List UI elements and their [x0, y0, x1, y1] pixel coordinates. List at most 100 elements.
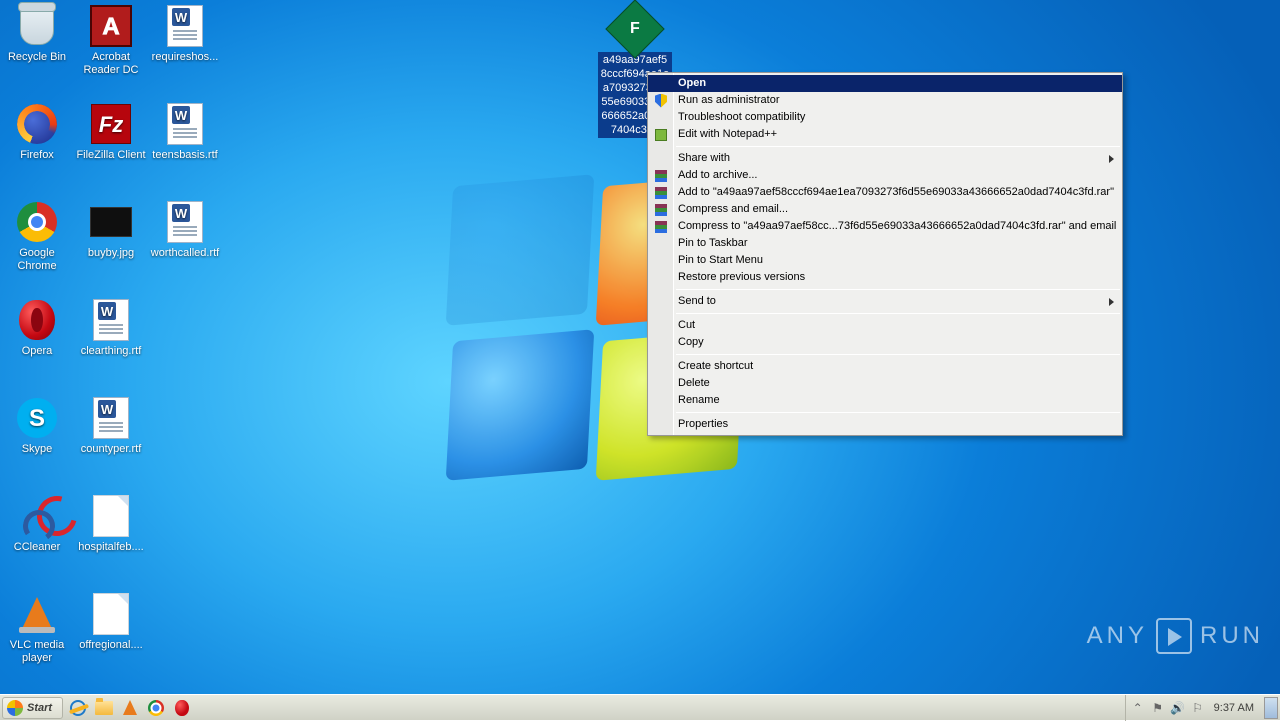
archive-icon: [653, 185, 669, 200]
desktop-icon-label: Recycle Bin: [0, 50, 74, 65]
desktop-icon-clearthing[interactable]: clearthing.rtf: [74, 298, 148, 359]
vlc-icon: [15, 592, 59, 636]
menu-item-open[interactable]: Open: [648, 75, 1122, 92]
desktop-icon-label: FileZilla Client: [74, 148, 148, 163]
hospitalfeb-icon: [89, 494, 133, 538]
menu-item-label: Add to "a49aa97aef58cccf694ae1ea7093273f…: [678, 186, 1114, 198]
taskbar-ie[interactable]: [67, 697, 89, 719]
folder-icon: [95, 701, 113, 715]
menu-item-troubleshoot-compatibility[interactable]: Troubleshoot compatibility: [648, 109, 1122, 126]
menu-item-label: Add to archive...: [678, 169, 758, 181]
desktop-icon-label: Firefox: [0, 148, 74, 163]
desktop-icon-buyby[interactable]: buyby.jpg: [74, 200, 148, 261]
menu-item-delete[interactable]: Delete: [648, 375, 1122, 392]
menu-item-copy[interactable]: Copy: [648, 334, 1122, 351]
worthcalled-icon: [163, 200, 207, 244]
desktop-icon-requireshos[interactable]: requireshos...: [148, 4, 222, 65]
taskbar-explorer[interactable]: [93, 697, 115, 719]
desktop-icon-opera[interactable]: Opera: [0, 298, 74, 359]
desktop-icon-label: requireshos...: [148, 50, 222, 65]
show-desktop-button[interactable]: [1264, 697, 1278, 719]
menu-item-properties[interactable]: Properties: [648, 416, 1122, 433]
menu-item-compress-and-email-[interactable]: Compress and email...: [648, 201, 1122, 218]
desktop-icon-firefox[interactable]: Firefox: [0, 102, 74, 163]
menu-item-label: Delete: [678, 377, 710, 389]
watermark-text-any: ANY: [1087, 622, 1148, 650]
desktop-icon-label: Google Chrome: [0, 246, 74, 274]
menu-item-send-to[interactable]: Send to: [648, 293, 1122, 310]
desktop[interactable]: Recycle BinAcrobat Reader DCrequireshos.…: [0, 0, 1280, 694]
menu-item-label: Properties: [678, 418, 728, 430]
menu-item-restore-previous-versions[interactable]: Restore previous versions: [648, 269, 1122, 286]
desktop-icon-label: Acrobat Reader DC: [74, 50, 148, 78]
menu-item-add-to-a49aa97aef58cccf694ae1e[interactable]: Add to "a49aa97aef58cccf694ae1ea7093273f…: [648, 184, 1122, 201]
chrome-icon: [148, 700, 164, 716]
menu-item-run-as-administrator[interactable]: Run as administrator: [648, 92, 1122, 109]
buyby-icon: [89, 200, 133, 244]
menu-item-label: Restore previous versions: [678, 271, 805, 283]
menu-separator: [676, 412, 1120, 413]
teensbasis-icon: [163, 102, 207, 146]
desktop-icon-label: CCleaner: [0, 540, 74, 555]
chevron-right-icon: [1109, 155, 1114, 163]
desktop-icon-countyper[interactable]: countyper.rtf: [74, 396, 148, 457]
taskbar-chrome[interactable]: [145, 697, 167, 719]
adobe-reader-icon: [89, 4, 133, 48]
menu-item-compress-to-a49aa97aef58cc-73f[interactable]: Compress to "a49aa97aef58cc...73f6d55e69…: [648, 218, 1122, 235]
desktop-icon-filezilla[interactable]: FzFileZilla Client: [74, 102, 148, 163]
tray-clock[interactable]: 9:37 AM: [1208, 702, 1260, 714]
shield-icon: [653, 93, 669, 108]
countyper-icon: [89, 396, 133, 440]
tray-action-center-icon[interactable]: ⚑: [1149, 699, 1167, 717]
menu-item-pin-to-start-menu[interactable]: Pin to Start Menu: [648, 252, 1122, 269]
menu-item-label: Pin to Start Menu: [678, 254, 763, 266]
firefox-icon: [15, 102, 59, 146]
desktop-icon-hospitalfeb[interactable]: hospitalfeb....: [74, 494, 148, 555]
menu-separator: [676, 313, 1120, 314]
desktop-icon-label: countyper.rtf: [74, 442, 148, 457]
desktop-icon-skype[interactable]: SSkype: [0, 396, 74, 457]
menu-item-share-with[interactable]: Share with: [648, 150, 1122, 167]
tray-expand-icon[interactable]: ⌃: [1129, 699, 1147, 717]
desktop-icon-label: offregional....: [74, 638, 148, 653]
clearthing-icon: [89, 298, 133, 342]
desktop-icon-teensbasis[interactable]: teensbasis.rtf: [148, 102, 222, 163]
menu-item-rename[interactable]: Rename: [648, 392, 1122, 409]
desktop-icon-recycle-bin[interactable]: Recycle Bin: [0, 4, 74, 65]
desktop-icon-worthcalled[interactable]: worthcalled.rtf: [148, 200, 222, 261]
menu-item-label: Pin to Taskbar: [678, 237, 748, 249]
ccleaner-icon: [15, 494, 59, 538]
menu-separator: [676, 146, 1120, 147]
desktop-icon-label: Opera: [0, 344, 74, 359]
taskbar-vlc[interactable]: [119, 697, 141, 719]
desktop-icon-vlc[interactable]: VLC media player: [0, 592, 74, 666]
taskbar-opera[interactable]: [171, 697, 193, 719]
ie-icon: [70, 700, 86, 716]
taskbar: Start ⌃ ⚑ 🔊 ⚐ 9:37 AM: [0, 694, 1280, 720]
menu-item-add-to-archive-[interactable]: Add to archive...: [648, 167, 1122, 184]
menu-item-pin-to-taskbar[interactable]: Pin to Taskbar: [648, 235, 1122, 252]
play-icon: [1156, 618, 1192, 654]
menu-item-edit-with-notepad-[interactable]: Edit with Notepad++: [648, 126, 1122, 143]
chrome-icon: [15, 200, 59, 244]
tray-volume-icon[interactable]: 🔊: [1169, 699, 1187, 717]
desktop-icon-ccleaner[interactable]: CCleaner: [0, 494, 74, 555]
recycle-bin-icon: [15, 4, 59, 48]
tray-flag-icon[interactable]: ⚐: [1189, 699, 1207, 717]
desktop-icon-label: hospitalfeb....: [74, 540, 148, 555]
menu-item-create-shortcut[interactable]: Create shortcut: [648, 358, 1122, 375]
desktop-icon-chrome[interactable]: Google Chrome: [0, 200, 74, 274]
menu-item-label: Run as administrator: [678, 94, 780, 106]
desktop-icon-offregional[interactable]: offregional....: [74, 592, 148, 653]
menu-item-label: Compress to "a49aa97aef58cc...73f6d55e69…: [678, 220, 1116, 232]
menu-item-cut[interactable]: Cut: [648, 317, 1122, 334]
desktop-icon-adobe-reader[interactable]: Acrobat Reader DC: [74, 4, 148, 78]
menu-item-label: Copy: [678, 336, 704, 348]
notepadpp-icon: [653, 127, 669, 142]
archive-icon: [653, 202, 669, 217]
requireshos-icon: [163, 4, 207, 48]
menu-item-label: Rename: [678, 394, 720, 406]
archive-icon: [653, 219, 669, 234]
watermark-text-run: RUN: [1200, 622, 1264, 650]
start-button[interactable]: Start: [2, 697, 63, 719]
